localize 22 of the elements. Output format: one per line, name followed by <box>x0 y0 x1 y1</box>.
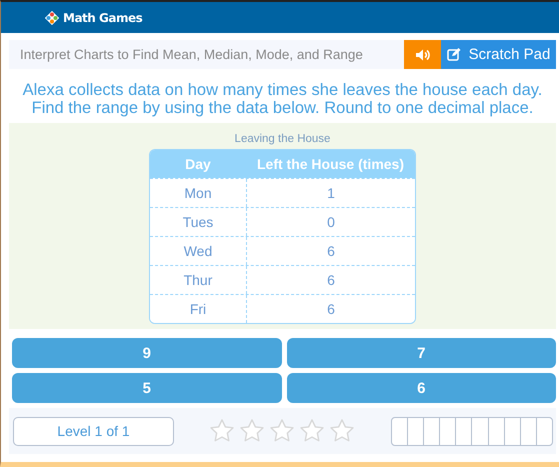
table-caption: Leaving the House <box>234 133 330 145</box>
edit-icon <box>446 48 461 61</box>
table-cell-text: Fri <box>188 300 208 319</box>
table-cell-text: Tues <box>182 213 214 232</box>
table-cell-text: Wed <box>182 242 214 261</box>
scratch-pad-button[interactable]: Scratch Pad <box>441 40 556 69</box>
question-text: Alexa collects data on how many times she leaves the house each day. Find the range by using the data below. Round to one decimal place. <box>22 81 544 117</box>
level-indicator: Level 1 of 1 <box>13 416 174 446</box>
table-cell-text: Thur <box>182 271 214 290</box>
logo-text: Math Games <box>63 10 142 24</box>
column-header: Day <box>184 155 212 174</box>
answer-button[interactable]: 9 <box>12 338 282 368</box>
speaker-icon <box>414 48 430 62</box>
table-cell: 6 <box>246 295 415 323</box>
answer-button[interactable]: 6 <box>286 373 556 403</box>
speaker-button[interactable] <box>404 40 441 69</box>
answer-button[interactable]: 5 <box>12 373 282 403</box>
lesson-title: Interpret Charts to Find Mean, Median, Mode, and Range <box>19 47 364 62</box>
table-cell-text: Mon <box>183 184 213 203</box>
logo-icon <box>45 10 59 24</box>
answer-button[interactable]: 7 <box>286 338 556 368</box>
column-header: Left the House (times) <box>256 155 405 174</box>
